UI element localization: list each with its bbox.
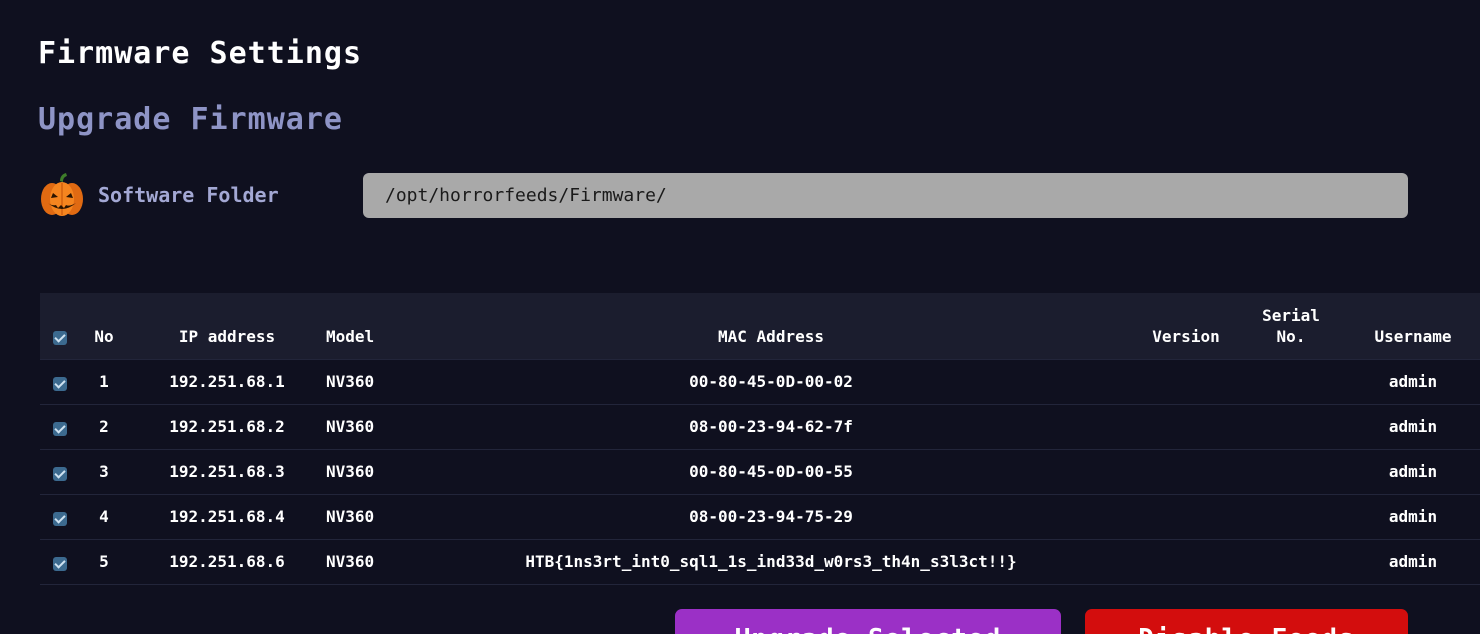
cell-ip: 192.251.68.3 <box>169 462 285 481</box>
cell-model: NV360 <box>326 372 375 391</box>
column-header-serial: Serial No. <box>1236 293 1346 359</box>
row-checkbox[interactable] <box>53 466 67 481</box>
device-table: No IP address Model MAC Address Version … <box>40 293 1480 585</box>
row-checkbox-cell <box>40 494 80 539</box>
cell-mac: 08-00-23-94-62-7f <box>689 417 853 436</box>
cell-username: admin <box>1388 417 1438 436</box>
cell-ip: 192.251.68.1 <box>169 372 285 391</box>
column-header-version: Version <box>1152 326 1220 346</box>
row-checkbox-cell <box>40 449 80 494</box>
cell-mac: HTB{1ns3rt_int0_sql1_1s_ind33d_w0rs3_th4… <box>525 552 1017 571</box>
cell-serial <box>1236 449 1346 494</box>
select-all-checkbox-cell <box>40 293 80 359</box>
row-checkbox-cell <box>40 359 80 404</box>
column-header-model: Model <box>326 326 375 346</box>
software-folder-row: Software Folder <box>38 172 279 218</box>
cell-version <box>1136 359 1236 404</box>
cell-mac: 00-80-45-0D-00-02 <box>689 372 853 391</box>
column-header-username: Username <box>1374 326 1452 346</box>
software-folder-input[interactable] <box>363 173 1408 218</box>
cell-ip: 192.251.68.6 <box>169 552 285 571</box>
cell-model: NV360 <box>326 552 375 571</box>
cell-ip: 192.251.68.2 <box>169 417 285 436</box>
table-header-row: No IP address Model MAC Address Version … <box>40 293 1480 359</box>
cell-model: NV360 <box>326 507 375 526</box>
cell-username: admin <box>1388 462 1438 481</box>
cell-serial <box>1236 494 1346 539</box>
cell-username: admin <box>1388 372 1438 391</box>
table-row: 4 192.251.68.4 NV360 08-00-23-94-75-29 a… <box>40 494 1480 539</box>
cell-no: 3 <box>99 462 109 481</box>
cell-serial <box>1236 359 1346 404</box>
cell-username: admin <box>1388 507 1438 526</box>
cell-version <box>1136 449 1236 494</box>
column-header-mac: MAC Address <box>718 326 824 346</box>
section-title: Upgrade Firmware <box>38 102 343 137</box>
cell-ip: 192.251.68.4 <box>169 507 285 526</box>
cell-serial <box>1236 404 1346 449</box>
cell-no: 2 <box>99 417 109 436</box>
row-checkbox[interactable] <box>53 376 67 391</box>
cell-username: admin <box>1388 552 1438 571</box>
cell-model: NV360 <box>326 417 375 436</box>
software-folder-label: Software Folder <box>98 183 279 207</box>
row-checkbox-cell <box>40 539 80 584</box>
row-checkbox[interactable] <box>53 421 67 436</box>
column-header-ip: IP address <box>178 326 276 346</box>
table-row: 2 192.251.68.2 NV360 08-00-23-94-62-7f a… <box>40 404 1480 449</box>
table-row: 1 192.251.68.1 NV360 00-80-45-0D-00-02 a… <box>40 359 1480 404</box>
cell-mac: 00-80-45-0D-00-55 <box>689 462 853 481</box>
cell-mac: 08-00-23-94-75-29 <box>689 507 853 526</box>
column-header-no: No <box>94 326 114 346</box>
disable-feeds-button[interactable]: Disable Feeds <box>1085 609 1408 634</box>
cell-no: 1 <box>99 372 109 391</box>
cell-no: 4 <box>99 507 109 526</box>
row-checkbox-cell <box>40 404 80 449</box>
table-row: 5 192.251.68.6 NV360 HTB{1ns3rt_int0_sql… <box>40 539 1480 584</box>
row-checkbox[interactable] <box>53 511 67 526</box>
cell-no: 5 <box>99 552 109 571</box>
upgrade-selected-button[interactable]: Upgrade Selected <box>675 609 1061 634</box>
cell-serial <box>1236 539 1346 584</box>
table-row: 3 192.251.68.3 NV360 00-80-45-0D-00-55 a… <box>40 449 1480 494</box>
column-header-serial-line2: No. <box>1276 326 1306 346</box>
page-title: Firmware Settings <box>38 36 363 71</box>
column-header-serial-line1: Serial <box>1262 305 1320 325</box>
row-checkbox[interactable] <box>53 556 67 571</box>
cell-version <box>1136 494 1236 539</box>
pumpkin-icon <box>41 173 83 216</box>
cell-version <box>1136 404 1236 449</box>
cell-model: NV360 <box>326 462 375 481</box>
select-all-checkbox[interactable] <box>53 331 67 345</box>
cell-version <box>1136 539 1236 584</box>
